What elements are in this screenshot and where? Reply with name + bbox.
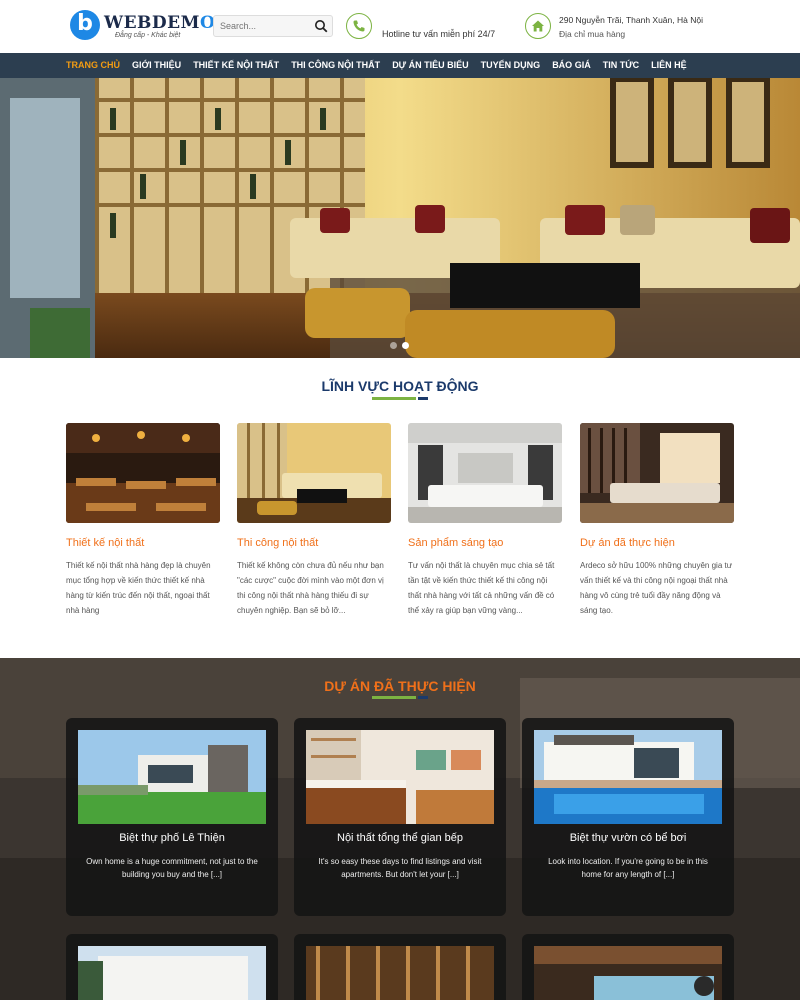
project-image[interactable] [78,730,266,824]
nav-item-interior-design[interactable]: THIẾT KẾ NỘI THẤT [187,53,285,78]
field-card[interactable]: Dự án đã thực hiện Ardeco sở hữu 100% nh… [580,423,734,618]
projects-section-title: DỰ ÁN ĐÃ THỰC HIỆN [324,678,476,694]
hero-slide-image [0,78,800,358]
project-text: Own home is a huge commitment, not just … [86,857,258,879]
home-icon [525,13,551,39]
hero-slider[interactable] [0,78,800,358]
logo-name-text: WEBDEM [104,13,200,33]
nav-item-contact[interactable]: LIÊN HỆ [645,53,693,78]
field-card[interactable]: Thiết kế nội thất Thiết kế nội thất nhà … [66,423,220,618]
project-card[interactable] [522,934,734,1000]
project-image[interactable] [534,946,722,1000]
address-label: Địa chỉ mua hàng [559,29,626,39]
field-image[interactable] [66,423,220,523]
nav-item-news[interactable]: TIN TỨC [597,53,645,78]
hotline-text: Hotline tư vấn miễn phí 24/7 [382,29,496,39]
logo-name: WEBDEMO [104,13,215,33]
field-text: Thiết kế không còn chưa đủ nếu như bạn "… [237,561,384,615]
logo-mark-icon: b [70,10,100,40]
logo-slogan: Đẳng cấp - Khác biệt [115,32,181,39]
field-title[interactable]: Thi công nội thất [237,537,391,549]
slider-dots [390,342,409,349]
field-image[interactable] [408,423,562,523]
field-text: Thiết kế nội thất nhà hàng đẹp là chuyên… [66,561,211,615]
slider-dot-1[interactable] [390,342,397,349]
project-title[interactable]: Biệt thự vườn có bể bơi [522,832,734,844]
project-card[interactable]: Biệt thự vườn có bể bơi Look into locati… [522,718,734,916]
main-nav: TRANG CHỦ GIỚI THIỆU THIẾT KẾ NỘI THẤT T… [0,53,800,78]
fields-section-title: LĨNH VỰC HOẠT ĐỘNG [321,378,479,394]
nav-item-recruitment[interactable]: TUYỂN DỤNG [475,53,547,78]
phone-icon [346,13,372,39]
field-title[interactable]: Sản phẩm sáng tạo [408,537,562,549]
field-text: Ardeco sở hữu 100% những chuyên gia tư v… [580,561,733,615]
project-card[interactable] [66,934,278,1000]
title-underline [372,696,428,699]
projects-section: DỰ ÁN ĐÃ THỰC HIỆN Biệt thự phố Lê Thiện… [0,658,800,1000]
project-image[interactable] [306,946,494,1000]
nav-item-interior-construction[interactable]: THI CÔNG NỘI THẤT [285,53,386,78]
search-input[interactable] [214,16,310,36]
address-line: 290 Nguyễn Trãi, Thanh Xuân, Hà Nội [559,15,703,25]
field-text: Tư vấn nội thất là chuyên mục chia sẻ tấ… [408,561,555,615]
project-text: Look into location. If you're going to b… [548,857,708,879]
field-title[interactable]: Dự án đã thực hiện [580,537,734,549]
field-card[interactable]: Thi công nội thất Thiết kế không còn chư… [237,423,391,618]
project-title[interactable]: Nội thất tổng thể gian bếp [294,832,506,844]
nav-item-home[interactable]: TRANG CHỦ [60,53,126,78]
title-underline [372,397,428,400]
project-title[interactable]: Biệt thự phố Lê Thiện [66,832,278,844]
project-card[interactable]: Biệt thự phố Lê Thiện Own home is a huge… [66,718,278,916]
project-text: It's so easy these days to find listings… [318,857,482,879]
project-card[interactable] [294,934,506,1000]
nav-item-about[interactable]: GIỚI THIỆU [126,53,187,78]
nav-item-pricing[interactable]: BÁO GIÁ [546,53,597,78]
site-logo[interactable]: b WEBDEMO Đẳng cấp - Khác biệt [70,10,215,46]
slider-dot-2[interactable] [402,342,409,349]
project-image[interactable] [78,946,266,1000]
field-image[interactable] [580,423,734,523]
project-image[interactable] [534,730,722,824]
field-title[interactable]: Thiết kế nội thất [66,537,220,549]
project-image[interactable] [306,730,494,824]
nav-menu: TRANG CHỦ GIỚI THIỆU THIẾT KẾ NỘI THẤT T… [60,53,693,78]
field-image[interactable] [237,423,391,523]
search-box [213,15,333,37]
nav-item-featured-projects[interactable]: DỰ ÁN TIÊU BIỂU [386,53,474,78]
project-card[interactable]: Nội thất tổng thể gian bếp It's so easy … [294,718,506,916]
search-icon[interactable] [314,19,328,33]
field-card[interactable]: Sản phẩm sáng tạo Tư vấn nội thất là chu… [408,423,562,618]
site-header: b WEBDEMO Đẳng cấp - Khác biệt Hotline t… [0,0,800,53]
